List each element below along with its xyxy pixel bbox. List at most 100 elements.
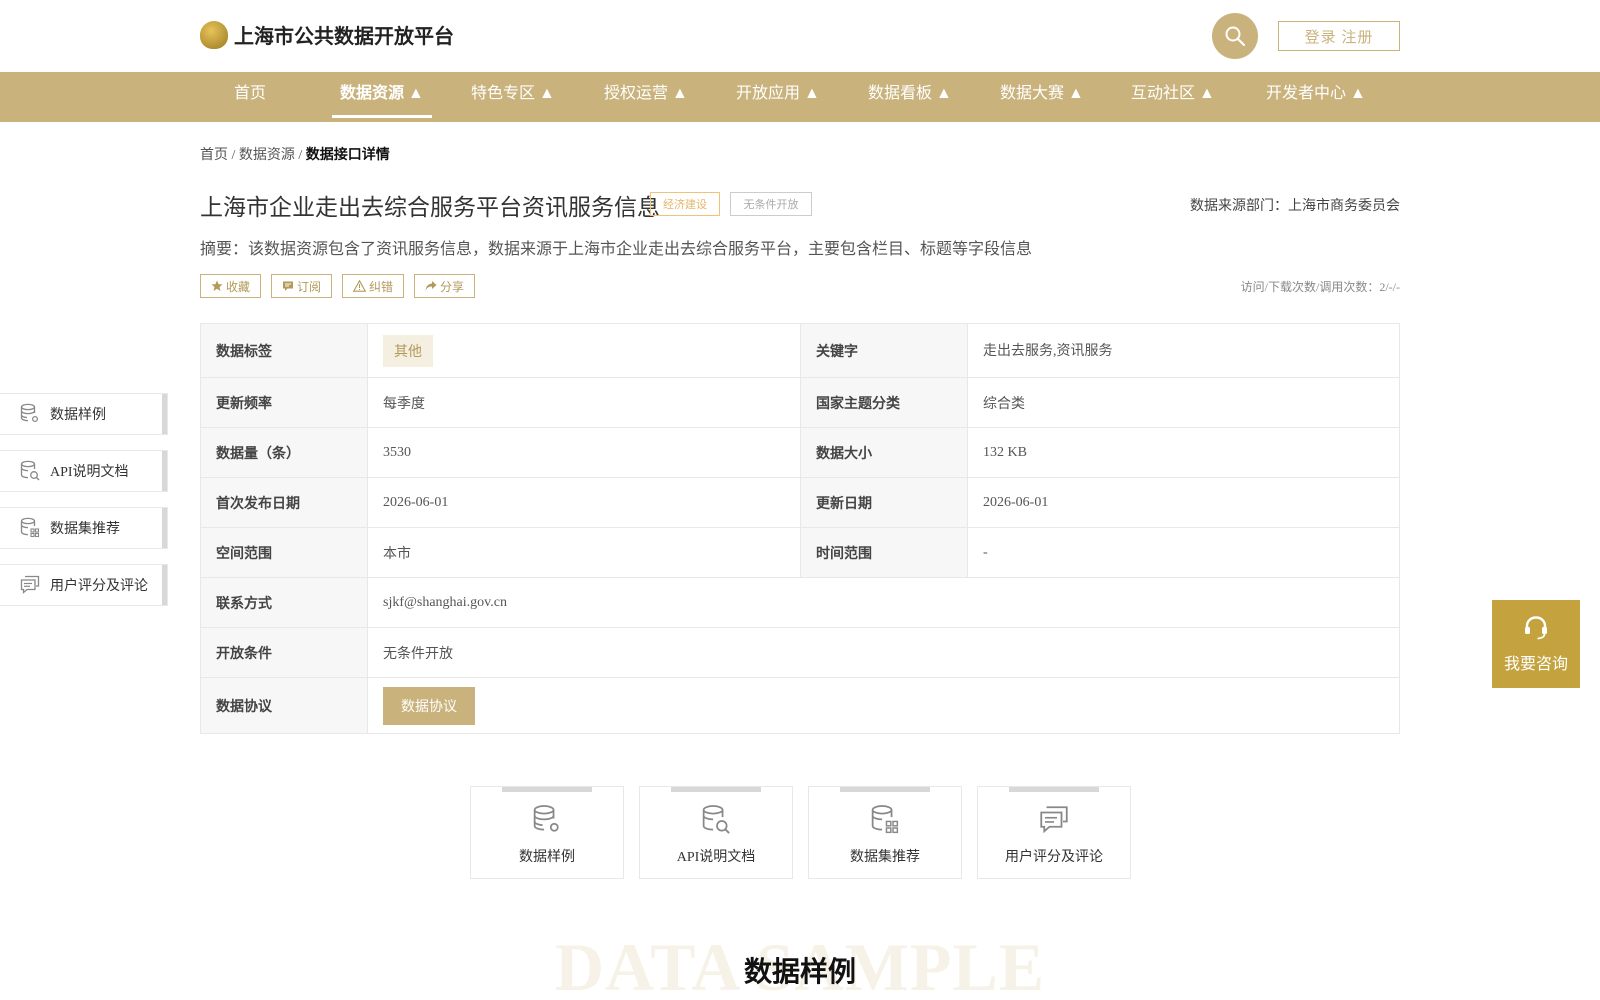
data-agreement-button[interactable]: 数据协议 [383, 686, 475, 725]
share-icon [425, 281, 437, 291]
logo-icon [200, 20, 228, 49]
section-title: 数据样例 [743, 957, 856, 988]
size-value: 132 KB [983, 444, 1027, 460]
nav-item-featured-zones[interactable]: 特色专区 ▲ [471, 72, 555, 122]
subscribe-icon [283, 281, 294, 291]
nav-item-open-apps[interactable]: 开放应用 ▲ [736, 72, 820, 122]
subscribe-label: 订阅 [297, 279, 322, 294]
site-header: 上海市公共数据开放平台 登录 注册 [0, 0, 1600, 72]
time-range-value: - [983, 544, 988, 560]
keyword-value: 走出去服务,资讯服务 [983, 344, 1113, 359]
nav-item-data-dashboard[interactable]: 数据看板 ▲ [868, 72, 952, 122]
share-button[interactable]: 分享 [414, 274, 476, 298]
count-label: 数据量（条） [201, 428, 368, 477]
nav-item-home[interactable]: 首页 [234, 72, 266, 122]
table-row: 开放条件 无条件开放 [201, 628, 1399, 678]
database-grid-icon [871, 805, 899, 834]
nav-item-authorized-operation[interactable]: 授权运营 ▲ [604, 72, 688, 122]
agreement-cell: 数据协议 [368, 678, 1399, 733]
tab-ratings-comments[interactable]: 用户评分及评论 [977, 786, 1131, 879]
nav-item-data-contest[interactable]: 数据大赛 ▲ [1000, 72, 1084, 122]
database-gear-icon [20, 403, 39, 423]
consult-button[interactable]: 我要咨询 [1492, 600, 1580, 688]
table-row: 数据量（条） 3530 数据大小 132 KB [201, 428, 1399, 478]
tab-data-sample[interactable]: 数据样例 [470, 786, 624, 879]
report-error-button[interactable]: 纠错 [342, 274, 405, 298]
headset-icon [1525, 616, 1547, 640]
info-table: 数据标签 其他 关键字 走出去服务,资讯服务 更新频率 每季度 国家主题分类 综… [200, 323, 1400, 734]
nav-active-indicator [332, 115, 432, 118]
side-menu-label: 数据集推荐 [50, 522, 120, 537]
frequency-value: 每季度 [368, 378, 801, 427]
favorite-button[interactable]: 收藏 [200, 274, 262, 298]
first-publish-label: 首次发布日期 [201, 478, 368, 527]
frequency-label: 更新频率 [201, 378, 368, 427]
tab-label: 数据样例 [519, 850, 575, 865]
breadcrumb-home[interactable]: 首页 [200, 148, 228, 163]
comment-icon [20, 575, 40, 594]
agreement-label: 数据协议 [201, 678, 368, 733]
update-date-value: 2026-06-01 [983, 494, 1049, 510]
visit-counts: 访问/下载次数/调用次数：2/-/- [1240, 280, 1400, 294]
table-row: 联系方式 sjkf@shanghai.gov.cn [201, 578, 1399, 628]
tab-indicator [1009, 787, 1099, 792]
national-topic-value: 综合类 [983, 396, 1025, 412]
search-button[interactable] [1212, 13, 1258, 59]
side-menu-data-sample[interactable]: 数据样例 [0, 393, 168, 435]
national-topic-label: 国家主题分类 [801, 378, 968, 427]
tab-label: 数据集推荐 [850, 850, 920, 865]
share-label: 分享 [440, 279, 465, 294]
breadcrumb: 首页 / 数据资源 / 数据接口详情 [200, 144, 390, 164]
source-department: 数据来源部门：上海市商务委员会 [1190, 199, 1400, 214]
first-publish-value: 2026-06-01 [368, 478, 801, 527]
space-range-value: 本市 [368, 528, 801, 577]
open-condition-value: 无条件开放 [383, 646, 453, 662]
table-row: 空间范围 本市 时间范围 - [201, 528, 1399, 578]
side-menu-label: 用户评分及评论 [50, 579, 148, 594]
theme-tag: 经济建设 [650, 192, 720, 216]
side-menu-ratings-comments[interactable]: 用户评分及评论 [0, 564, 168, 606]
tab-dataset-recommend[interactable]: 数据集推荐 [808, 786, 962, 879]
side-menu-api-docs[interactable]: API说明文档 [0, 450, 168, 492]
side-menu-label: 数据样例 [50, 408, 106, 423]
nav-item-developer-center[interactable]: 开发者中心 ▲ [1266, 72, 1366, 122]
consult-label: 我要咨询 [1503, 656, 1568, 673]
table-row: 首次发布日期 2026-06-01 更新日期 2026-06-01 [201, 478, 1399, 528]
site-title: 上海市公共数据开放平台 [234, 26, 454, 48]
contact-label: 联系方式 [201, 578, 368, 627]
search-icon [1225, 26, 1246, 47]
action-bar: 收藏 订阅 纠错 分享 [200, 274, 485, 298]
tab-indicator [840, 787, 930, 792]
tab-label: API说明文档 [676, 850, 756, 865]
breadcrumb-current: 数据接口详情 [305, 148, 390, 163]
summary-text: 摘要：该数据资源包含了资讯服务信息，数据来源于上海市企业走出去综合服务平台，主要… [200, 241, 1033, 258]
data-tag-chip[interactable]: 其他 [383, 334, 433, 367]
count-value: 3530 [368, 428, 801, 477]
open-type-tag: 无条件开放 [730, 192, 812, 216]
side-menu-dataset-recommend[interactable]: 数据集推荐 [0, 507, 168, 549]
favorite-label: 收藏 [226, 279, 251, 294]
nav-item-community[interactable]: 互动社区 ▲ [1131, 72, 1215, 122]
database-search-icon [20, 460, 40, 481]
contact-value: sjkf@shanghai.gov.cn [383, 594, 507, 610]
data-tag-label: 数据标签 [201, 324, 368, 377]
subscribe-button[interactable]: 订阅 [271, 274, 333, 298]
table-row: 数据协议 数据协议 [201, 678, 1399, 733]
database-search-icon [702, 805, 730, 834]
main-nav: 首页 数据资源 ▲ 特色专区 ▲ 授权运营 ▲ 开放应用 ▲ 数据看板 ▲ 数据… [0, 72, 1600, 122]
database-grid-icon [20, 517, 40, 538]
database-gear-icon [533, 805, 559, 832]
login-register-button[interactable]: 登录 注册 [1278, 21, 1400, 51]
page-title: 上海市企业走出去综合服务平台资讯服务信息 [200, 195, 660, 220]
side-menu-label: API说明文档 [50, 465, 129, 480]
site-logo[interactable]: 上海市公共数据开放平台 [200, 20, 454, 49]
comment-icon [1040, 806, 1068, 834]
breadcrumb-separator: / [228, 148, 239, 163]
update-date-label: 更新日期 [801, 478, 968, 527]
tab-api-docs[interactable]: API说明文档 [639, 786, 793, 879]
time-range-label: 时间范围 [801, 528, 968, 577]
open-condition-label: 开放条件 [201, 628, 368, 677]
size-label: 数据大小 [801, 428, 968, 477]
breadcrumb-section[interactable]: 数据资源 [239, 148, 295, 163]
table-row: 更新频率 每季度 国家主题分类 综合类 [201, 378, 1399, 428]
